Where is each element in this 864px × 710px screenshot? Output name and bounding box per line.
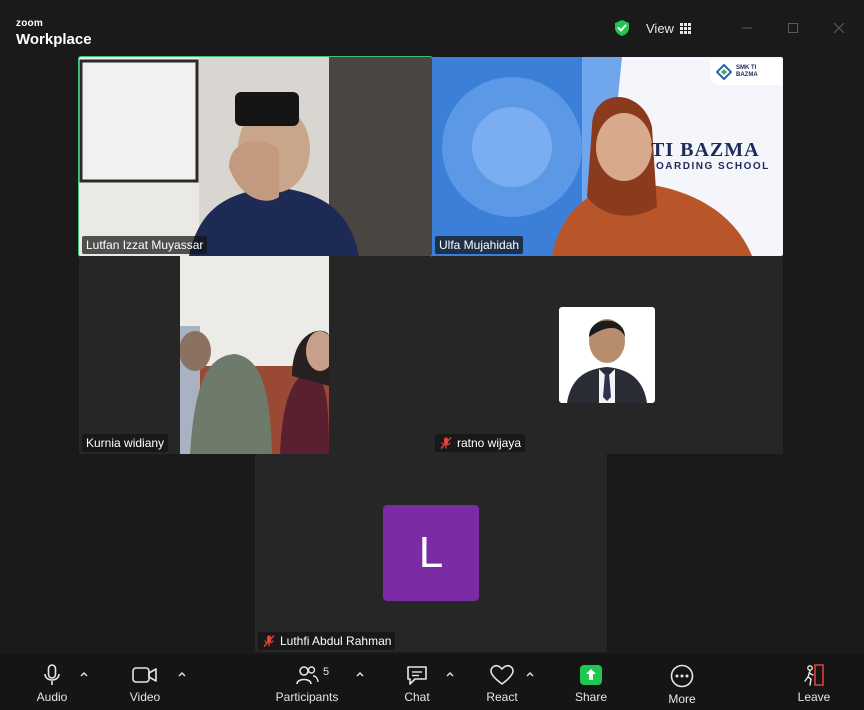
react-options-chevron-icon[interactable] bbox=[524, 668, 536, 680]
video-tile-ulfa[interactable]: TI BAZMA OARDING SCHOOL SMK TI BAZMA Ulf… bbox=[432, 57, 783, 256]
maximize-button[interactable] bbox=[779, 14, 807, 42]
banner-title: TI BAZMA bbox=[651, 139, 760, 161]
logo-text: SMK TI BAZMA bbox=[736, 65, 758, 78]
encryption-shield-icon[interactable] bbox=[613, 19, 631, 37]
more-options-icon bbox=[670, 664, 694, 688]
participants-options-chevron-icon[interactable] bbox=[354, 668, 366, 680]
participant-name-tag: Lutfan Izzat Muyassar bbox=[82, 236, 208, 254]
maximize-icon bbox=[788, 23, 798, 33]
react-label: React bbox=[486, 690, 518, 704]
leave-button[interactable]: Leave bbox=[796, 654, 832, 710]
participant-name-tag: ratno wijaya bbox=[435, 434, 526, 452]
audio-options-chevron-icon[interactable] bbox=[78, 668, 90, 680]
participant-name: Lutfan Izzat Muyassar bbox=[86, 238, 204, 252]
profile-photo bbox=[559, 307, 655, 403]
meeting-toolbar: Audio Video Participants 5 Chat React Sh… bbox=[0, 654, 864, 710]
participant-name-tag: Luthfi Abdul Rahman bbox=[258, 632, 396, 650]
video-tile-lutfan[interactable]: Lutfan Izzat Muyassar bbox=[78, 56, 433, 257]
video-options-chevron-icon[interactable] bbox=[176, 668, 188, 680]
close-button[interactable] bbox=[825, 14, 853, 42]
video-button[interactable]: Video bbox=[124, 654, 166, 710]
video-label: Video bbox=[129, 690, 161, 704]
more-label: More bbox=[668, 692, 696, 706]
participants-button[interactable]: Participants bbox=[274, 654, 340, 710]
close-icon bbox=[833, 22, 845, 34]
participants-icon bbox=[296, 666, 319, 685]
school-logo-icon bbox=[716, 64, 732, 80]
banner-subtitle: OARDING SCHOOL bbox=[656, 161, 770, 172]
chat-bubble-icon bbox=[407, 666, 427, 685]
video-tile-ratno[interactable]: ratno wijaya bbox=[432, 256, 783, 454]
minimize-button[interactable] bbox=[733, 14, 761, 42]
zoom-logo: zoom Workplace bbox=[16, 14, 92, 48]
share-screen-icon bbox=[580, 665, 602, 685]
brand-big: Workplace bbox=[16, 31, 92, 48]
participants-label: Participants bbox=[275, 690, 339, 704]
react-heart-icon bbox=[490, 664, 514, 685]
leave-label: Leave bbox=[797, 690, 831, 704]
participants-count: 5 bbox=[323, 666, 330, 678]
audio-label: Audio bbox=[36, 690, 68, 704]
muted-mic-icon bbox=[263, 635, 275, 647]
leave-door-icon bbox=[804, 664, 824, 686]
video-camera-icon bbox=[132, 667, 157, 683]
video-tile-kurnia[interactable]: Kurnia widiany bbox=[79, 256, 432, 454]
title-bar: zoom Workplace View bbox=[0, 0, 864, 52]
participant-video bbox=[79, 57, 432, 256]
participant-name: Ulfa Mujahidah bbox=[439, 238, 520, 252]
muted-mic-icon bbox=[440, 437, 452, 449]
chat-button[interactable]: Chat bbox=[400, 654, 434, 710]
share-label: Share bbox=[574, 690, 608, 704]
chat-label: Chat bbox=[404, 690, 430, 704]
audio-button[interactable]: Audio bbox=[32, 654, 72, 710]
grid-icon bbox=[679, 22, 691, 34]
view-label: View bbox=[646, 20, 674, 36]
more-button[interactable]: More bbox=[664, 654, 700, 710]
participant-video bbox=[180, 256, 329, 454]
brand-small: zoom bbox=[16, 18, 43, 29]
participant-name: Kurnia widiany bbox=[86, 436, 165, 450]
school-logo: SMK TI BAZMA bbox=[710, 59, 782, 85]
minimize-icon bbox=[742, 27, 752, 29]
microphone-icon bbox=[44, 664, 60, 685]
react-button[interactable]: React bbox=[484, 654, 520, 710]
participant-name: Luthfi Abdul Rahman bbox=[280, 634, 392, 648]
participant-name: ratno wijaya bbox=[457, 436, 522, 450]
avatar: L bbox=[383, 505, 479, 601]
chat-options-chevron-icon[interactable] bbox=[444, 668, 456, 680]
view-button[interactable]: View bbox=[646, 18, 691, 38]
participant-name-tag: Ulfa Mujahidah bbox=[435, 236, 524, 254]
share-button[interactable]: Share bbox=[572, 654, 610, 710]
participant-name-tag: Kurnia widiany bbox=[82, 434, 169, 452]
